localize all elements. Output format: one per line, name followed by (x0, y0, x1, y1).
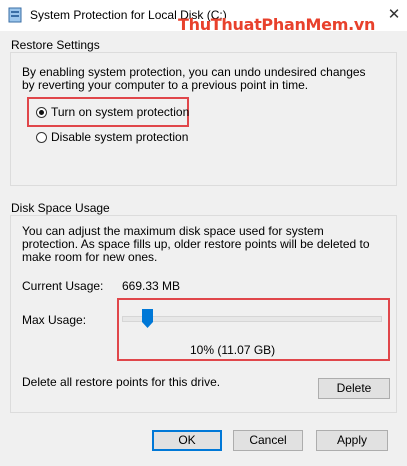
disk-space-label: Disk Space Usage (9, 201, 112, 215)
current-usage-value: 669.33 MB (122, 279, 181, 293)
cancel-button[interactable]: Cancel (233, 430, 303, 451)
max-usage-slider-track[interactable] (122, 316, 382, 322)
close-button[interactable]: ✕ (384, 4, 404, 24)
radio-disable-label: Disable system protection (51, 130, 189, 144)
delete-description: Delete all restore points for this drive… (22, 375, 221, 389)
max-usage-slider-thumb[interactable] (142, 309, 154, 328)
current-usage-label: Current Usage: (22, 279, 104, 293)
radio-turn-on[interactable]: Turn on system protection (36, 105, 189, 119)
restore-settings-label: Restore Settings (9, 38, 102, 52)
system-protection-icon (8, 7, 22, 23)
title-bar: System Protection for Local Disk (C:) Th… (0, 0, 407, 34)
radio-disable-button[interactable] (36, 131, 47, 143)
ok-button[interactable]: OK (152, 430, 222, 451)
max-usage-label: Max Usage: (22, 313, 87, 327)
delete-button[interactable]: Delete (318, 378, 390, 399)
disk-description: You can adjust the maximum disk space us… (22, 224, 370, 264)
radio-disable[interactable]: Disable system protection (36, 130, 188, 144)
radio-turn-on-button[interactable] (36, 106, 47, 118)
max-usage-value: 10% (11.07 GB) (190, 343, 276, 357)
apply-button[interactable]: Apply (316, 430, 388, 451)
restore-description: By enabling system protection, you can u… (22, 65, 366, 92)
watermark-logo: ThuThuatPhanMem.vn (178, 15, 376, 34)
radio-turn-on-label: Turn on system protection (51, 105, 190, 119)
close-icon: ✕ (387, 5, 401, 23)
